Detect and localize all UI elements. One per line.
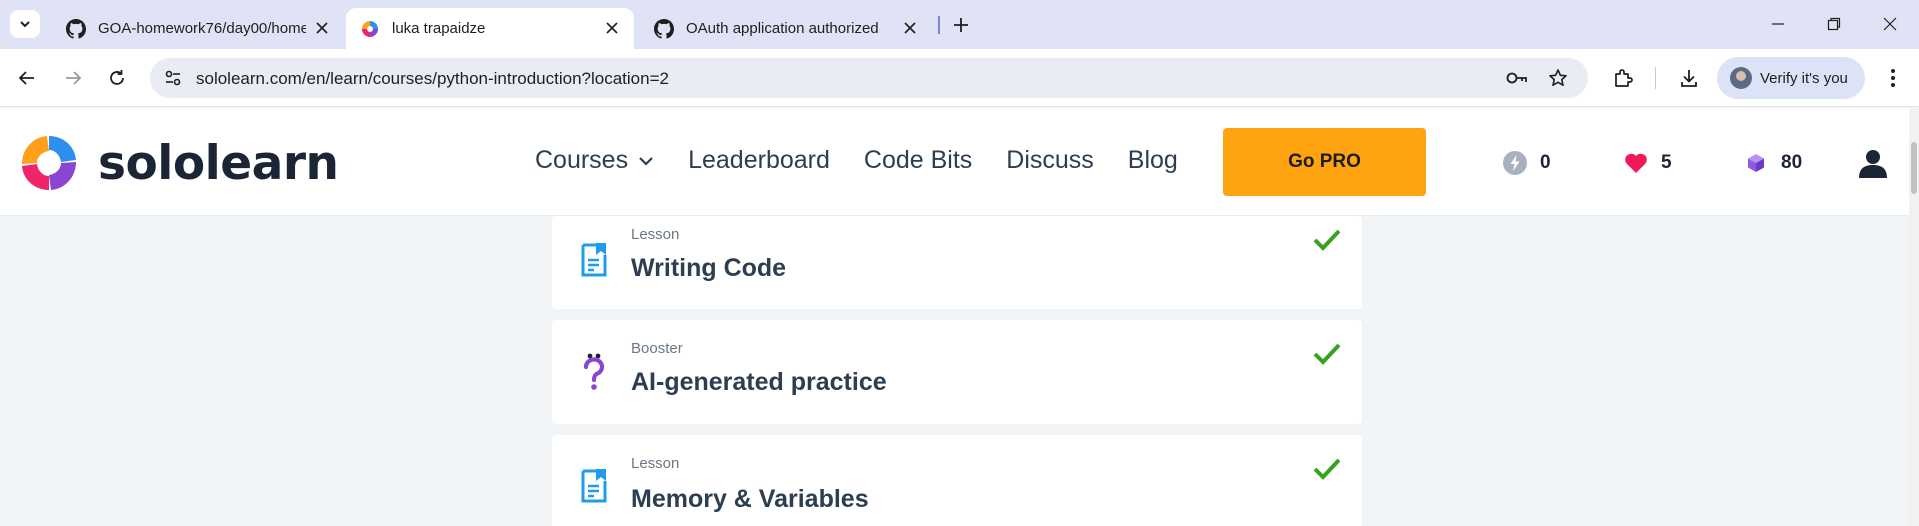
- github-icon: [66, 18, 86, 39]
- restore-button[interactable]: [1822, 12, 1846, 36]
- card-type-label: Lesson: [631, 455, 680, 472]
- bookmark-star-icon[interactable]: [1546, 67, 1570, 89]
- chevron-down-icon: [638, 156, 654, 166]
- close-window-button[interactable]: [1878, 12, 1902, 36]
- lesson-doc-icon: [578, 466, 610, 506]
- checkmark-icon: [1313, 229, 1341, 251]
- lesson-card-memory-variables[interactable]: Lesson Memory & Variables: [552, 435, 1362, 526]
- nav-label: Discuss: [1006, 146, 1094, 174]
- nav-discuss[interactable]: Discuss: [1006, 146, 1094, 175]
- site-info-icon[interactable]: [162, 67, 184, 89]
- sololearn-logo-icon: [22, 136, 76, 190]
- card-title: Writing Code: [631, 254, 787, 282]
- card-type-label: Lesson: [631, 226, 680, 243]
- tab-goa-homework[interactable]: GOA-homework76/day00/home: [52, 8, 344, 49]
- nav-label: Leaderboard: [688, 146, 830, 174]
- lesson-card-writing-code[interactable]: Lesson Writing Code: [552, 216, 1362, 309]
- tab-title: GOA-homework76/day00/home: [98, 20, 306, 37]
- bits-cube-icon: [1743, 150, 1769, 176]
- bits-value: 80: [1781, 152, 1803, 173]
- forward-button[interactable]: [60, 65, 86, 91]
- checkmark-icon: [1313, 458, 1341, 480]
- download-icon[interactable]: [1675, 64, 1703, 92]
- nav-label: Code Bits: [863, 146, 973, 174]
- more-menu-icon[interactable]: [1879, 64, 1907, 92]
- hearts-counter[interactable]: 5: [1623, 150, 1672, 176]
- sololearn-logo[interactable]: sololearn: [18, 132, 339, 194]
- new-tab-button[interactable]: [948, 12, 974, 38]
- close-icon: [1883, 17, 1897, 31]
- scrollbar-thumb[interactable]: [1911, 142, 1917, 194]
- tab-oauth[interactable]: OAuth application authorized: [640, 8, 932, 49]
- card-type-label: Booster: [631, 340, 683, 357]
- tab-search-button[interactable]: [10, 10, 40, 38]
- avatar: [1730, 67, 1752, 89]
- browser-toolbar: sololearn.com/en/learn/courses/python-in…: [0, 49, 1919, 107]
- checkmark-icon: [1313, 343, 1341, 365]
- minimize-button[interactable]: [1766, 12, 1790, 36]
- arrow-right-icon: [66, 71, 82, 85]
- brand-name: sololearn: [98, 135, 339, 191]
- main-nav: Courses Leaderboard Code Bits Discuss Bl…: [535, 146, 1212, 175]
- bits-counter[interactable]: 80: [1743, 150, 1802, 176]
- heart-icon: [1623, 150, 1649, 176]
- reload-icon: [110, 70, 124, 85]
- page-scrollbar[interactable]: [1909, 108, 1919, 526]
- booster-card-ai-practice[interactable]: Booster AI-generated practice: [552, 320, 1362, 424]
- card-title: AI-generated practice: [631, 368, 887, 396]
- toolbar-divider: [1655, 67, 1656, 89]
- nav-courses[interactable]: Courses: [535, 146, 654, 175]
- address-bar[interactable]: sololearn.com/en/learn/courses/python-in…: [150, 58, 1588, 98]
- tab-title: OAuth application authorized: [686, 20, 879, 37]
- close-tab-icon[interactable]: [902, 20, 918, 36]
- url-text[interactable]: sololearn.com/en/learn/courses/python-in…: [196, 69, 669, 89]
- streak-counter[interactable]: 0: [1502, 150, 1551, 176]
- verify-label: Verify it's you: [1760, 69, 1848, 87]
- tab-luka-trapaidze[interactable]: luka trapaidze: [346, 8, 634, 49]
- nav-blog[interactable]: Blog: [1128, 146, 1178, 175]
- chevron-down-icon: [20, 21, 30, 28]
- browser-tab-bar: GOA-homework76/day00/home luka trapaidze…: [0, 0, 1919, 49]
- go-pro-button[interactable]: Go PRO: [1223, 128, 1426, 196]
- lesson-doc-icon: [578, 240, 610, 280]
- back-button[interactable]: [14, 65, 40, 91]
- hearts-value: 5: [1661, 152, 1672, 173]
- lightning-icon: [1502, 150, 1528, 176]
- nav-leaderboard[interactable]: Leaderboard: [688, 146, 830, 175]
- reload-button[interactable]: [104, 65, 130, 91]
- nav-label: Courses: [535, 146, 629, 174]
- restore-icon: [1827, 17, 1841, 31]
- close-tab-icon[interactable]: [314, 20, 330, 36]
- plus-icon: [954, 18, 968, 32]
- site-header: sololearn Courses Leaderboard Code Bits …: [0, 108, 1909, 216]
- card-title: Memory & Variables: [631, 485, 869, 513]
- arrow-left-icon: [18, 71, 34, 85]
- nav-label: Blog: [1127, 146, 1178, 174]
- extensions-icon[interactable]: [1609, 64, 1637, 92]
- nav-code-bits[interactable]: Code Bits: [864, 146, 972, 175]
- user-profile-icon[interactable]: [1858, 148, 1888, 178]
- streak-value: 0: [1540, 152, 1551, 173]
- tab-title: luka trapaidze: [392, 20, 486, 37]
- password-key-icon[interactable]: [1505, 67, 1529, 89]
- question-mark-icon: [578, 352, 610, 392]
- close-tab-icon[interactable]: [604, 20, 620, 36]
- minimize-icon: [1772, 23, 1784, 25]
- sololearn-icon: [362, 20, 378, 37]
- profile-verify-button[interactable]: Verify it's you: [1717, 57, 1865, 99]
- tab-separator: [938, 16, 940, 34]
- github-icon: [654, 18, 674, 39]
